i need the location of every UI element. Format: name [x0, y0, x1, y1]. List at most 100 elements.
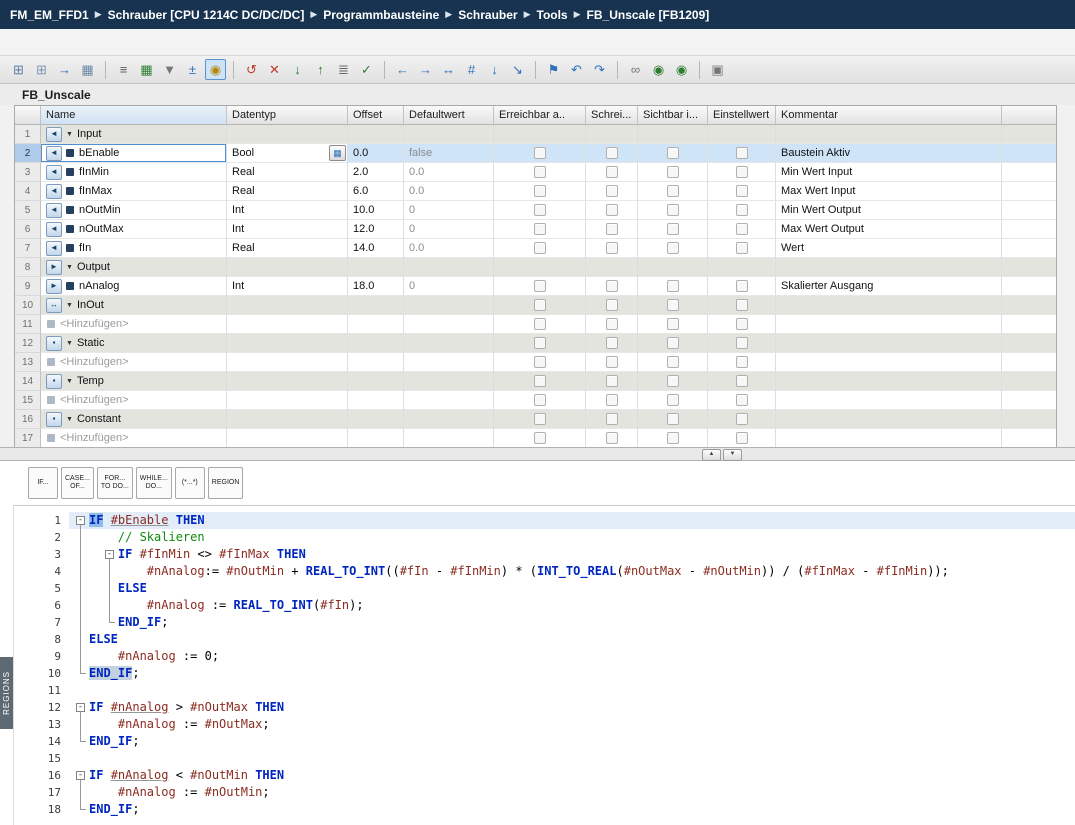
expand-icon[interactable]: ▼ — [66, 302, 73, 309]
expand-icon[interactable]: ▼ — [66, 378, 73, 385]
header-defaultwert[interactable]: Defaultwert — [404, 106, 494, 125]
default-cell[interactable] — [404, 372, 494, 391]
name-cell[interactable]: ↔▼InOut — [41, 296, 227, 315]
einstellwert-checkbox[interactable] — [736, 204, 748, 216]
row-number[interactable]: 5 — [15, 201, 41, 220]
einstellwert-checkbox[interactable] — [736, 242, 748, 254]
sync-left-icon[interactable]: ← — [392, 59, 413, 80]
code-line[interactable]: 12IF #nAnalog > #nOutMax THEN — [14, 699, 1075, 716]
splitter[interactable]: ▲ ▼ — [0, 447, 1075, 461]
datatype-cell[interactable]: Int — [227, 220, 348, 239]
name-cell[interactable]: ◄bEnable — [41, 144, 227, 163]
einstellwert-checkbox[interactable] — [736, 223, 748, 235]
section-row-temp[interactable]: 14▪▼Temp — [15, 372, 1056, 391]
variable-row-finmin[interactable]: 3◄fInMinReal2.00.0Min Wert Input — [15, 163, 1056, 182]
next-bookmark-icon[interactable]: ↷ — [589, 59, 610, 80]
kommentar-cell[interactable]: Max Wert Input — [776, 182, 1002, 201]
row-number[interactable]: 7 — [15, 239, 41, 258]
add-row-hinzufügen[interactable]: 11<Hinzufügen> — [15, 315, 1056, 334]
find-previous-icon[interactable]: ◉ — [671, 59, 692, 80]
erreichbar-checkbox[interactable] — [534, 337, 546, 349]
cross-references-icon[interactable]: ∞ — [625, 59, 646, 80]
code-editor[interactable]: 1IF #bEnable THEN2 // Skalieren3 IF #fIn… — [13, 505, 1075, 825]
datatype-cell[interactable] — [227, 353, 348, 372]
variable-row-benable[interactable]: 2◄bEnableBool▦0.0falseBaustein Aktiv — [15, 144, 1056, 163]
code-line[interactable]: 6 #nAnalog := REAL_TO_INT(#fIn); — [14, 597, 1075, 614]
name-cell[interactable]: ▪▼Temp — [41, 372, 227, 391]
download-icon[interactable]: ↓ — [287, 59, 308, 80]
expand-icon[interactable]: ▼ — [66, 416, 73, 423]
snippet-tab-while-do[interactable]: WHILE... DO... — [136, 467, 172, 499]
schreibbar-checkbox[interactable] — [606, 147, 618, 159]
datatype-cell[interactable] — [227, 125, 348, 144]
sort-ascending-icon[interactable]: ↓ — [484, 59, 505, 80]
row-number[interactable]: 15 — [15, 391, 41, 410]
datatype-cell[interactable]: Bool▦ — [227, 144, 348, 163]
code-line[interactable]: 8ELSE — [14, 631, 1075, 648]
erreichbar-checkbox[interactable] — [534, 318, 546, 330]
name-cell[interactable]: ▪▼Constant — [41, 410, 227, 429]
add-row-hinzufügen[interactable]: 15<Hinzufügen> — [15, 391, 1056, 410]
load-start-values-icon[interactable]: ± — [182, 59, 203, 80]
schreibbar-checkbox[interactable] — [606, 185, 618, 197]
sichtbar-checkbox[interactable] — [667, 299, 679, 311]
schreibbar-checkbox[interactable] — [606, 223, 618, 235]
name-cell[interactable]: ►▼Output — [41, 258, 227, 277]
einstellwert-checkbox[interactable] — [736, 318, 748, 330]
code-line[interactable]: 16IF #nAnalog < #nOutMin THEN — [14, 767, 1075, 784]
goto-definition-icon[interactable]: ↔ — [438, 59, 459, 80]
schreibbar-checkbox[interactable] — [606, 299, 618, 311]
erreichbar-checkbox[interactable] — [534, 242, 546, 254]
section-row-output[interactable]: 8►▼Output — [15, 258, 1056, 277]
row-number[interactable]: 2 — [15, 144, 41, 163]
expand-icon[interactable]: ▼ — [66, 340, 73, 347]
row-number[interactable]: 9 — [15, 277, 41, 296]
erreichbar-checkbox[interactable] — [534, 166, 546, 178]
kommentar-cell[interactable]: Max Wert Output — [776, 220, 1002, 239]
row-number[interactable]: 12 — [15, 334, 41, 353]
kommentar-cell[interactable] — [776, 410, 1002, 429]
snippet-tab-for-to-do[interactable]: FOR... TO DO... — [97, 467, 133, 499]
add-row-hinzufügen[interactable]: 17<Hinzufügen> — [15, 429, 1056, 448]
name-cell[interactable]: ◄fIn — [41, 239, 227, 258]
default-cell[interactable] — [404, 125, 494, 144]
bookmark-icon[interactable]: ⚑ — [543, 59, 564, 80]
name-cell[interactable]: <Hinzufügen> — [41, 315, 227, 334]
header-erreichbar[interactable]: Erreichbar a.. — [494, 106, 586, 125]
sichtbar-checkbox[interactable] — [667, 147, 679, 159]
sichtbar-checkbox[interactable] — [667, 223, 679, 235]
row-number[interactable]: 11 — [15, 315, 41, 334]
name-cell[interactable]: ►nAnalog — [41, 277, 227, 296]
code-line[interactable]: 10END_IF; — [14, 665, 1075, 682]
sichtbar-checkbox[interactable] — [667, 185, 679, 197]
kommentar-cell[interactable]: Wert — [776, 239, 1002, 258]
breadcrumb-item[interactable]: FB_Unscale [FB1209] — [587, 8, 710, 22]
find-next-icon[interactable]: ◉ — [648, 59, 669, 80]
schreibbar-checkbox[interactable] — [606, 242, 618, 254]
previous-bookmark-icon[interactable]: ↶ — [566, 59, 587, 80]
name-cell[interactable]: <Hinzufügen> — [41, 429, 227, 448]
snapshot-icon[interactable]: ▦ — [136, 59, 157, 80]
breadcrumb-item[interactable]: Schrauber — [458, 8, 517, 22]
datatype-cell[interactable] — [227, 258, 348, 277]
snippet-tab-region[interactable]: REGION — [208, 467, 244, 499]
name-cell[interactable]: <Hinzufügen> — [41, 353, 227, 372]
schreibbar-checkbox[interactable] — [606, 394, 618, 406]
einstellwert-checkbox[interactable] — [736, 166, 748, 178]
row-number[interactable]: 8 — [15, 258, 41, 277]
row-number[interactable]: 3 — [15, 163, 41, 182]
code-line[interactable]: 4 #nAnalog:= #nOutMin + REAL_TO_INT((#fI… — [14, 563, 1075, 580]
schreibbar-checkbox[interactable] — [606, 204, 618, 216]
default-cell[interactable] — [404, 410, 494, 429]
sync-right-icon[interactable]: → — [415, 59, 436, 80]
monitor-all-icon[interactable]: ◉ — [205, 59, 226, 80]
settings-icon[interactable]: ▣ — [707, 59, 728, 80]
snippet-tab-if[interactable]: IF... — [28, 467, 58, 499]
variable-row-noutmin[interactable]: 5◄nOutMinInt10.00Min Wert Output — [15, 201, 1056, 220]
kommentar-cell[interactable]: Skalierter Ausgang — [776, 277, 1002, 296]
name-cell[interactable]: ◄nOutMax — [41, 220, 227, 239]
kommentar-cell[interactable]: Baustein Aktiv — [776, 144, 1002, 163]
compile-icon[interactable]: ✓ — [356, 59, 377, 80]
datatype-cell[interactable] — [227, 315, 348, 334]
expand-all-icon[interactable]: ≣ — [333, 59, 354, 80]
